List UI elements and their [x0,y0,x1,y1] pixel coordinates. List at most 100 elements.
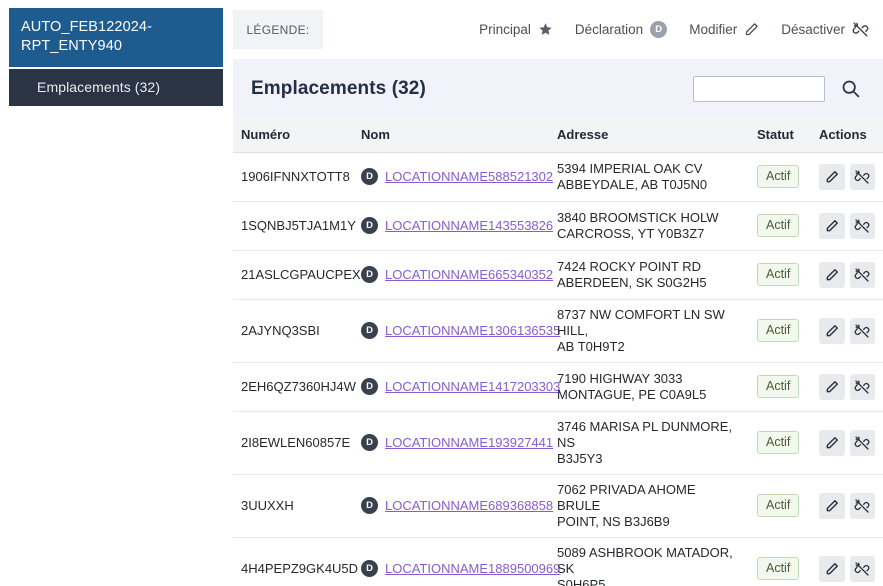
legend-item-label: Principal [479,22,531,37]
address-line-1: 7062 PRIVADA AHOME BRULE [557,482,696,513]
cell-nom: DLOCATIONNAME1417203303 [353,362,549,411]
address-line-2: MONTAGUE, PE C0A9L5 [557,387,706,402]
star-icon [538,22,553,37]
cell-statut: Actif [749,299,811,362]
deactivate-button[interactable] [850,430,876,456]
sidebar-item-emplacements[interactable]: Emplacements (32) [9,69,223,106]
edit-button[interactable] [819,556,845,582]
cell-adresse: 3746 MARISA PL DUNMORE, NSB3J5Y3 [549,411,749,474]
table-row: 4H4PEPZ9GK4U5DDLOCATIONNAME1889500969508… [233,537,883,586]
main-content: LÉGENDE: Principal Déclaration D Mo [223,0,883,586]
legend-bar: LÉGENDE: Principal Déclaration D Mo [223,0,883,59]
cell-statut: Actif [749,411,811,474]
table-head: Numéro Nom Adresse Statut Actions [233,118,883,152]
table-row: 3UUXXHDLOCATIONNAME6893688587062 PRIVADA… [233,474,883,537]
search-button[interactable] [833,74,867,104]
cell-adresse: 8737 NW COMFORT LN SW HILL,AB T0H9T2 [549,299,749,362]
legend-label-box: LÉGENDE: [233,10,323,49]
edit-button[interactable] [819,164,845,190]
location-name-link[interactable]: LOCATIONNAME665340352 [385,267,553,282]
location-name-link[interactable]: LOCATIONNAME143553826 [385,218,553,233]
cell-nom: DLOCATIONNAME1306136535 [353,299,549,362]
edit-button[interactable] [819,493,845,519]
table-container: Numéro Nom Adresse Statut Actions 1906IF… [233,118,883,586]
legend-item-desactiver: Désactiver [781,21,869,38]
cell-adresse: 3840 BROOMSTICK HOLWCARCROSS, YT Y0B3Z7 [549,201,749,250]
sidebar: AUTO_FEB122024-RPT_ENTY940 Emplacements … [0,0,223,586]
cell-numero: 1906IFNNXTOTT8 [233,152,353,201]
deactivate-button[interactable] [850,493,876,519]
cell-actions [811,250,883,299]
edit-button[interactable] [819,213,845,239]
unlink-icon [854,498,870,514]
address-line-1: 3840 BROOMSTICK HOLW [557,210,719,225]
deactivate-button[interactable] [850,164,876,190]
cell-nom: DLOCATIONNAME193927441 [353,411,549,474]
status-badge: Actif [757,557,799,580]
column-header-nom[interactable]: Nom [353,118,549,152]
cell-actions [811,537,883,586]
deactivate-button[interactable] [850,318,876,344]
location-name-link[interactable]: LOCATIONNAME689368858 [385,498,553,513]
legend-item-principal: Principal [479,22,553,37]
d-badge-icon: D [361,434,378,451]
table-row: 1906IFNNXTOTT8DLOCATIONNAME5885213025394… [233,152,883,201]
cell-numero: 2I8EWLEN60857E [233,411,353,474]
edit-button[interactable] [819,262,845,288]
address-line-2: S0H6P5 [557,577,605,586]
table-header-row: Numéro Nom Adresse Statut Actions [233,118,883,152]
cell-statut: Actif [749,201,811,250]
sidebar-header-title: AUTO_FEB122024-RPT_ENTY940 [9,8,223,67]
address-line-2: ABBEYDALE, AB T0J5N0 [557,177,707,192]
unlink-icon [854,435,870,451]
deactivate-button[interactable] [850,556,876,582]
deactivate-button[interactable] [850,374,876,400]
cell-statut: Actif [749,537,811,586]
cell-actions [811,362,883,411]
deactivate-button[interactable] [850,262,876,288]
status-badge: Actif [757,375,799,398]
emplacements-table: Numéro Nom Adresse Statut Actions 1906IF… [233,118,883,586]
search-icon [840,78,861,99]
cell-numero: 3UUXXH [233,474,353,537]
edit-button[interactable] [819,318,845,344]
location-name-link[interactable]: LOCATIONNAME193927441 [385,435,553,450]
cell-numero: 2AJYNQ3SBI [233,299,353,362]
column-header-numero[interactable]: Numéro [233,118,353,152]
location-name-link[interactable]: LOCATIONNAME588521302 [385,169,553,184]
status-badge: Actif [757,319,799,342]
address-line-1: 7190 HIGHWAY 3033 [557,371,683,386]
cell-numero: 21ASLCGPAUCPEX [233,250,353,299]
pencil-icon [825,219,839,233]
cell-adresse: 5089 ASHBROOK MATADOR, SKS0H6P5 [549,537,749,586]
unlink-icon [854,379,870,395]
cell-numero: 4H4PEPZ9GK4U5D [233,537,353,586]
status-badge: Actif [757,214,799,237]
cell-statut: Actif [749,362,811,411]
edit-button[interactable] [819,374,845,400]
unlink-icon [854,323,870,339]
column-header-adresse[interactable]: Adresse [549,118,749,152]
d-badge-icon: D [361,378,378,395]
deactivate-button[interactable] [850,213,876,239]
legend-item-declaration: Déclaration D [575,21,667,38]
address-line-1: 5394 IMPERIAL OAK CV [557,161,702,176]
unlink-icon [854,218,870,234]
location-name-link[interactable]: LOCATIONNAME1417203303 [385,379,560,394]
pencil-icon [825,268,839,282]
location-name-link[interactable]: LOCATIONNAME1306136535 [385,323,560,338]
cell-numero: 2EH6QZ7360HJ4W [233,362,353,411]
d-badge-icon: D [361,497,378,514]
cell-numero: 1SQNBJ5TJA1M1Y [233,201,353,250]
edit-button[interactable] [819,430,845,456]
cell-nom: DLOCATIONNAME689368858 [353,474,549,537]
table-row: 1SQNBJ5TJA1M1YDLOCATIONNAME1435538263840… [233,201,883,250]
unlink-icon [854,267,870,283]
cell-adresse: 7424 ROCKY POINT RDABERDEEN, SK S0G2H5 [549,250,749,299]
table-row: 21ASLCGPAUCPEXDLOCATIONNAME6653403527424… [233,250,883,299]
column-header-statut[interactable]: Statut [749,118,811,152]
location-name-link[interactable]: LOCATIONNAME1889500969 [385,561,560,576]
search-input[interactable] [693,76,825,102]
pencil-icon [744,22,759,37]
legend-item-label: Désactiver [781,22,845,37]
